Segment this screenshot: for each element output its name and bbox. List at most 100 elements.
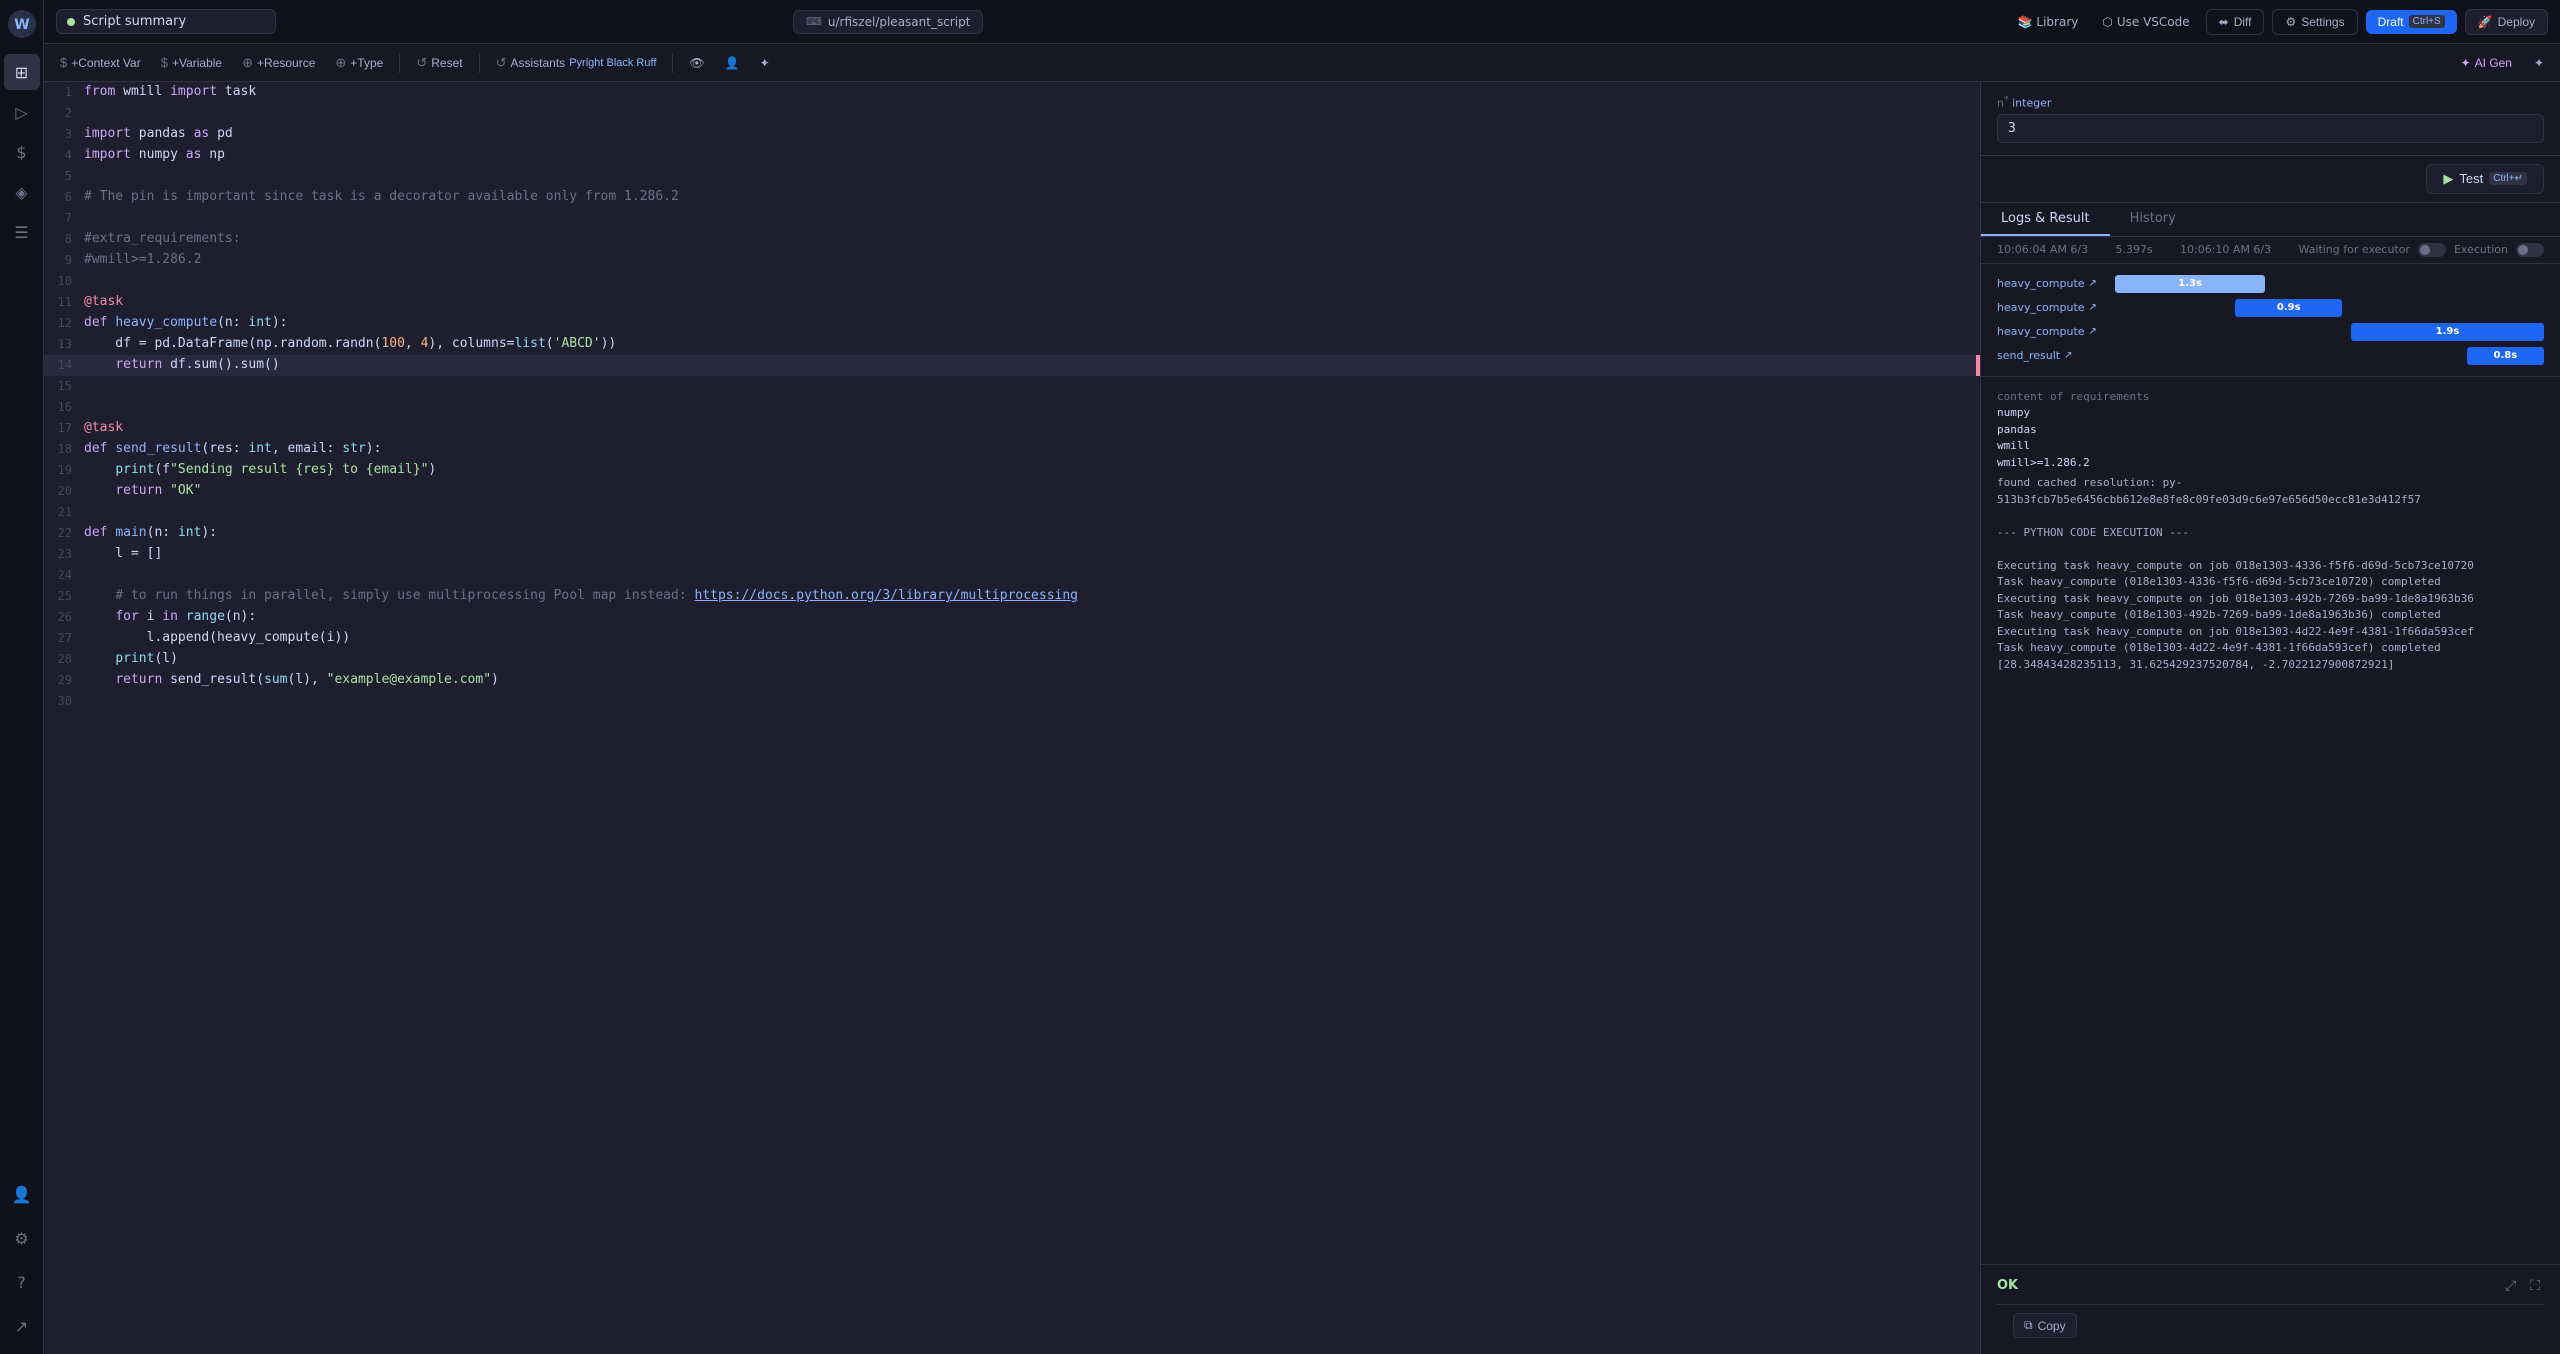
tabs-row: Logs & Result History xyxy=(1981,203,2560,237)
code-line-29: 29 return send_result(sum(l), "example@e… xyxy=(44,670,1980,691)
fullscreen-result-button[interactable]: ⛶ xyxy=(2526,1273,2544,1298)
result-footer: ⧉ Copy xyxy=(1997,1304,2544,1346)
type-icon: ⊕ xyxy=(335,55,346,71)
error-indicator xyxy=(1976,355,1980,376)
diff-button[interactable]: ⬌ Diff xyxy=(2206,9,2265,35)
main-container: Script summary ⌨ u/rfiszel/pleasant_scri… xyxy=(44,0,2560,1354)
script-title: Script summary xyxy=(83,14,186,29)
copy-button[interactable]: ⧉ Copy xyxy=(2013,1313,2077,1338)
expand-result-button[interactable]: ⤢ xyxy=(2501,1273,2520,1298)
sidebar-item-home[interactable]: ⊞ xyxy=(4,54,40,90)
vscode-link[interactable]: ⬡ Use VSCode xyxy=(2094,11,2197,33)
sidebar-item-help[interactable]: ? xyxy=(4,1264,40,1300)
test-btn-area: ▶ Test Ctrl+↵ xyxy=(1981,156,2560,203)
log-line-11: [28.34843428235113, 31.625429237520784, … xyxy=(1997,657,2544,674)
log-area[interactable]: content of requirements numpy pandas wmi… xyxy=(1981,377,2560,1264)
svg-text:W: W xyxy=(14,17,29,33)
code-line-25: 25 # to run things in parallel, simply u… xyxy=(44,586,1980,607)
ext-link-2[interactable]: ↗ xyxy=(2089,302,2097,313)
code-line-28: 28 print(l) xyxy=(44,649,1980,670)
ext-link-1[interactable]: ↗ xyxy=(2089,278,2097,289)
n-input[interactable] xyxy=(1997,114,2544,143)
timeline-bar-2: 0.9s xyxy=(2235,299,2342,317)
reset-button[interactable]: ↺ Reset xyxy=(408,51,470,75)
settings-icon: ⚙ xyxy=(2285,15,2296,29)
variable-icon: $ xyxy=(161,55,168,70)
sidebar-item-settings[interactable]: ⚙ xyxy=(4,1220,40,1256)
code-line-11: 11 @task xyxy=(44,292,1980,313)
extra-button[interactable]: ✦ xyxy=(2526,52,2552,74)
resource-button[interactable]: ⊕ +Resource xyxy=(234,51,323,75)
timeline-label-1: heavy_compute ↗ xyxy=(1997,277,2107,290)
log-line-1: found cached resolution: py-513b3fcb7b5e… xyxy=(1997,475,2544,508)
sidebar-item-run[interactable]: ▷ xyxy=(4,94,40,130)
test-button[interactable]: ▶ Test Ctrl+↵ xyxy=(2426,164,2544,194)
exec-time1: 10:06:04 AM 6/3 xyxy=(1997,243,2088,256)
log-line-3: --- PYTHON CODE EXECUTION --- xyxy=(1997,525,2544,542)
exec-time2: 10:06:10 AM 6/3 xyxy=(2180,243,2271,256)
ai-gen-button[interactable]: ✦ AI Gen xyxy=(2451,52,2522,74)
log-line-6: Task heavy_compute (018e1303-4336-f5f6-d… xyxy=(1997,574,2544,591)
settings-button[interactable]: ⚙ Settings xyxy=(2272,9,2357,35)
assistants-icon: ↺ xyxy=(496,55,507,71)
deploy-button[interactable]: 🚀 Deploy xyxy=(2465,9,2548,35)
sidebar-item-user[interactable]: 👤 xyxy=(4,1176,40,1212)
sidebar-item-billing[interactable]: $ xyxy=(4,134,40,170)
code-line-5: 5 xyxy=(44,166,1980,187)
log-line-10: Task heavy_compute (018e1303-4d22-4e9f-4… xyxy=(1997,640,2544,657)
context-var-button[interactable]: $ +Context Var xyxy=(52,51,149,74)
timeline-area: heavy_compute ↗ 1.3s heavy_compute ↗ 0.9… xyxy=(1981,264,2560,377)
variable-button[interactable]: $ +Variable xyxy=(153,51,230,74)
log-line-4 xyxy=(1997,541,2544,558)
sidebar-item-menu[interactable]: ☰ xyxy=(4,214,40,250)
log-requirements: content of requirements numpy pandas wmi… xyxy=(1997,385,2544,476)
sidebar-item-resources[interactable]: ◈ xyxy=(4,174,40,210)
code-line-17: 17 @task xyxy=(44,418,1980,439)
topbar-right: 📚 Library ⬡ Use VSCode ⬌ Diff ⚙ Settings… xyxy=(2009,9,2548,35)
vscode-icon: ⬡ xyxy=(2102,15,2112,29)
code-line-18: 18 def send_result(res: int, email: str)… xyxy=(44,439,1980,460)
draft-button[interactable]: Draft Ctrl+S xyxy=(2366,10,2457,34)
library-link[interactable]: 📚 Library xyxy=(2009,11,2086,33)
ai-gen-icon: ✦ xyxy=(2461,56,2471,70)
ext-link-3[interactable]: ↗ xyxy=(2089,326,2097,337)
status-dot xyxy=(67,18,75,26)
diff-icon: ⬌ xyxy=(2219,15,2229,29)
title-area: Script summary xyxy=(56,9,276,34)
code-line-22: 22 def main(n: int): xyxy=(44,523,1980,544)
code-line-26: 26 for i in range(n): xyxy=(44,607,1980,628)
required-marker: * xyxy=(2004,94,2009,105)
code-line-24: 24 xyxy=(44,565,1980,586)
exec-duration: 5.397s xyxy=(2115,243,2152,256)
timeline-label-2: heavy_compute ↗ xyxy=(1997,301,2107,314)
result-actions: OK ⤢ ⛶ xyxy=(1997,1273,2544,1298)
code-line-3: 3 import pandas as pd xyxy=(44,124,1980,145)
timeline-bar-container-1: 1.3s xyxy=(2115,275,2544,293)
code-line-14: 14 return df.sum().sum() xyxy=(44,355,1980,376)
code-editor[interactable]: 1 from wmill import task 2 3 import pand… xyxy=(44,82,1980,1354)
timeline-bar-container-4: 0.8s xyxy=(2115,347,2544,365)
type-button[interactable]: ⊕ +Type xyxy=(327,51,391,75)
tab-history[interactable]: History xyxy=(2110,203,2196,236)
input-type: integer xyxy=(2012,97,2051,110)
path-badge[interactable]: ⌨ u/rfiszel/pleasant_script xyxy=(793,10,983,34)
topbar-actions: 📚 Library ⬡ Use VSCode xyxy=(2009,11,2197,33)
code-line-8: 8 #extra_requirements: xyxy=(44,229,1980,250)
exec-header: 10:06:04 AM 6/3 5.397s 10:06:10 AM 6/3 W… xyxy=(1981,237,2560,264)
user-button[interactable]: 👤 xyxy=(717,52,748,74)
tab-logs-result[interactable]: Logs & Result xyxy=(1981,203,2110,236)
deploy-icon: 🚀 xyxy=(2478,15,2493,29)
sidebar-item-expand[interactable]: ↗ xyxy=(4,1308,40,1344)
waiting-toggle[interactable] xyxy=(2418,243,2446,257)
wand-button[interactable]: ✦ xyxy=(752,52,778,74)
code-line-12: 12 def heavy_compute(n: int): xyxy=(44,313,1980,334)
ext-link-4[interactable]: ↗ xyxy=(2064,350,2072,361)
code-line-20: 20 return "OK" xyxy=(44,481,1980,502)
eye-button[interactable]: 👁 xyxy=(681,52,712,74)
topbar: Script summary ⌨ u/rfiszel/pleasant_scri… xyxy=(44,0,2560,44)
assistants-button[interactable]: ↺ Assistants Pyright Black Ruff xyxy=(488,51,665,75)
timeline-label-3: heavy_compute ↗ xyxy=(1997,325,2107,338)
timeline-row-3: heavy_compute ↗ 1.9s xyxy=(1981,320,2560,344)
execution-toggle[interactable] xyxy=(2516,243,2544,257)
extra-icon: ✦ xyxy=(2534,56,2544,70)
